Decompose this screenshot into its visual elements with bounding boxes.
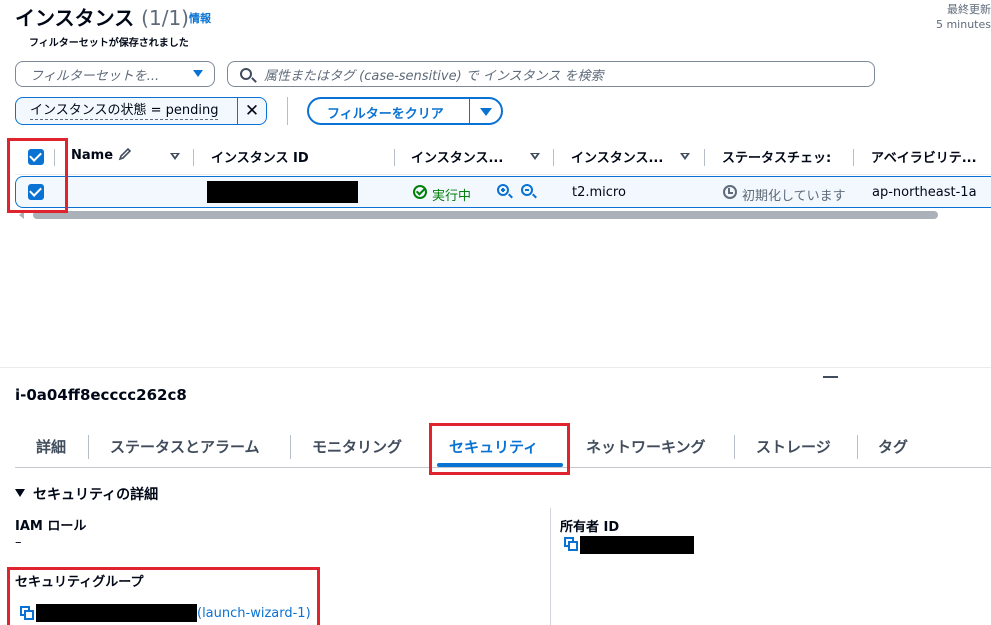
column-header-availability-zone[interactable]: アベイラビリテ... (871, 147, 977, 166)
column-header-instance-type[interactable]: インスタンス... (571, 147, 663, 166)
owner-id-label: 所有者 ID (560, 520, 620, 535)
tab-monitoring[interactable]: モニタリング (312, 436, 402, 457)
search-placeholder: 属性またはタグ (case-sensitive) で インスタンス を検索 (264, 69, 604, 84)
divider (857, 435, 858, 459)
divider (15, 174, 991, 175)
caret-down-icon[interactable] (480, 108, 492, 116)
divider (88, 435, 89, 459)
search-icon (240, 68, 252, 80)
column-header-name-label: Name (71, 148, 114, 163)
redacted-instance-id (207, 181, 358, 203)
last-updated-label: 最終更新 (947, 3, 991, 16)
filterset-placeholder: フィルターセットを... (30, 69, 160, 84)
highlight-box-security-group (7, 567, 320, 625)
horizontal-scrollbar[interactable] (33, 211, 938, 219)
iam-role-value: – (15, 535, 22, 550)
column-separator (193, 149, 194, 166)
filter-token: インスタンスの状態 = pending ✕ (15, 97, 267, 125)
highlight-box-security-tab (429, 423, 570, 475)
column-header-name[interactable]: Name (71, 147, 132, 163)
highlight-box-checkboxes (7, 138, 68, 213)
info-link[interactable]: 情報 (189, 10, 211, 26)
sort-icon[interactable] (170, 153, 180, 160)
column-separator (853, 149, 854, 166)
column-separator (394, 149, 395, 166)
divider (734, 435, 735, 459)
page-title: インスタンス (1/1) (15, 2, 189, 31)
security-details-toggle[interactable]: セキュリティの詳細 (15, 484, 158, 504)
divider (287, 97, 288, 125)
close-icon[interactable]: ✕ (238, 98, 266, 124)
divider (0, 367, 991, 368)
caret-down-icon (193, 70, 203, 77)
sort-icon[interactable] (530, 153, 540, 160)
divider (550, 508, 551, 625)
status-check: 初期化しています (742, 189, 846, 204)
table-row[interactable]: 実行中 t2.micro 初期化しています ap-northeast-1a (15, 176, 991, 208)
divider (469, 99, 470, 123)
clear-filters-label: フィルターをクリア (327, 107, 444, 122)
instances-table: Name インスタンス ID インスタンス... インスタンス... ステータス… (0, 140, 991, 215)
last-updated-value: 5 minutes (935, 18, 991, 31)
section-title-text: セキュリティの詳細 (33, 487, 159, 503)
zoom-out-icon[interactable] (521, 184, 533, 196)
column-header-instance-id[interactable]: インスタンス ID (211, 147, 309, 166)
column-separator (704, 149, 705, 166)
panel-instance-id: i-0a04ff8ecccc262c8 (15, 386, 187, 404)
tab-status-alarms[interactable]: ステータスとアラーム (110, 436, 260, 457)
caret-down-icon (15, 489, 25, 497)
filter-token-label[interactable]: インスタンスの状態 = pending (30, 103, 219, 120)
edit-icon (118, 147, 131, 161)
divider (290, 435, 291, 459)
tab-details[interactable]: 詳細 (36, 436, 66, 457)
tab-networking[interactable]: ネットワーキング (586, 436, 706, 457)
instance-state: 実行中 (432, 189, 472, 204)
column-separator (553, 149, 554, 166)
filterset-select[interactable]: フィルターセットを... (15, 61, 215, 87)
minimize-icon[interactable] (823, 376, 838, 378)
tab-storage[interactable]: ストレージ (756, 436, 831, 457)
clock-icon (723, 185, 737, 199)
iam-role-label: IAM ロール (15, 519, 87, 534)
last-updated: 最終更新 5 minutes (936, 2, 991, 32)
availability-zone: ap-northeast-1a (872, 185, 977, 200)
instance-count: (1/1) (141, 6, 189, 30)
instance-type: t2.micro (572, 185, 626, 200)
redacted-owner-id (580, 536, 694, 554)
zoom-in-icon[interactable] (497, 184, 509, 196)
check-circle-icon (413, 185, 427, 199)
column-header-instance-state[interactable]: インスタンス... (411, 147, 503, 166)
filterset-label: フィルターセットが保存されました (29, 38, 189, 49)
page-title-text: インスタンス (15, 6, 135, 30)
tab-tags[interactable]: タグ (878, 436, 908, 457)
column-header-status-check[interactable]: ステータスチェッ: (722, 147, 831, 166)
search-input[interactable]: 属性またはタグ (case-sensitive) で インスタンス を検索 (227, 61, 875, 87)
sort-icon[interactable] (680, 153, 690, 160)
clear-filters-button[interactable]: フィルターをクリア (307, 97, 503, 125)
copy-icon[interactable] (564, 537, 578, 551)
